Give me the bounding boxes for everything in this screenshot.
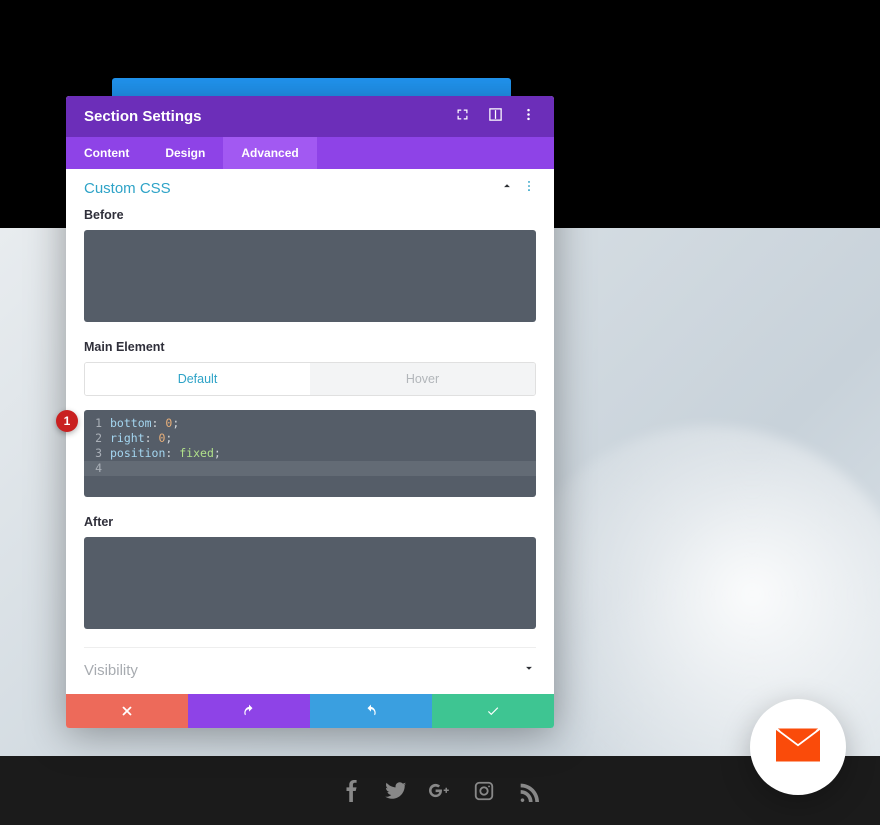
annotation-badge-1: 1 (56, 410, 78, 432)
undo-button[interactable] (188, 694, 310, 728)
after-label: After (84, 515, 536, 529)
modal-footer (66, 694, 554, 728)
custom-css-title: Custom CSS (84, 180, 500, 197)
chevron-down-icon[interactable] (522, 661, 536, 680)
google-plus-icon[interactable] (429, 780, 451, 802)
save-button[interactable] (432, 694, 554, 728)
main-element-css-editor[interactable]: 1bottom: 0; 2right: 0; 3position: fixed;… (84, 410, 536, 497)
twitter-icon[interactable] (385, 780, 407, 802)
state-toggler: Default Hover (84, 362, 536, 396)
tab-design[interactable]: Design (147, 137, 223, 169)
more-vertical-icon[interactable] (521, 107, 536, 127)
footer-social-bar (0, 756, 880, 825)
facebook-icon[interactable] (341, 780, 363, 802)
chat-fab[interactable] (750, 699, 846, 795)
visibility-section[interactable]: Visibility (84, 647, 536, 688)
modal-body: Custom CSS Before Main Element Default H… (66, 169, 554, 694)
cancel-button[interactable] (66, 694, 188, 728)
tab-content[interactable]: Content (66, 137, 147, 169)
hover-preview-icon[interactable] (488, 107, 503, 127)
after-css-input[interactable] (84, 537, 536, 629)
modal-title: Section Settings (84, 108, 455, 125)
tab-advanced[interactable]: Advanced (223, 137, 316, 169)
rss-icon[interactable] (517, 780, 539, 802)
before-label: Before (84, 208, 536, 222)
custom-css-header[interactable]: Custom CSS (84, 179, 536, 198)
redo-button[interactable] (310, 694, 432, 728)
main-element-label: Main Element (84, 340, 536, 354)
toggle-default[interactable]: Default (85, 363, 310, 395)
section-settings-modal: Section Settings Content Design Advanced… (66, 96, 554, 728)
toggle-hover[interactable]: Hover (310, 363, 535, 395)
chevron-up-icon[interactable] (500, 179, 514, 198)
instagram-icon[interactable] (473, 780, 495, 802)
options-more-icon[interactable] (522, 179, 536, 198)
visibility-title: Visibility (84, 662, 522, 679)
settings-tabs: Content Design Advanced (66, 137, 554, 169)
modal-header[interactable]: Section Settings (66, 96, 554, 137)
module-tab-indicator (112, 78, 511, 96)
before-css-input[interactable] (84, 230, 536, 322)
mail-icon (776, 728, 820, 767)
expand-icon[interactable] (455, 107, 470, 127)
